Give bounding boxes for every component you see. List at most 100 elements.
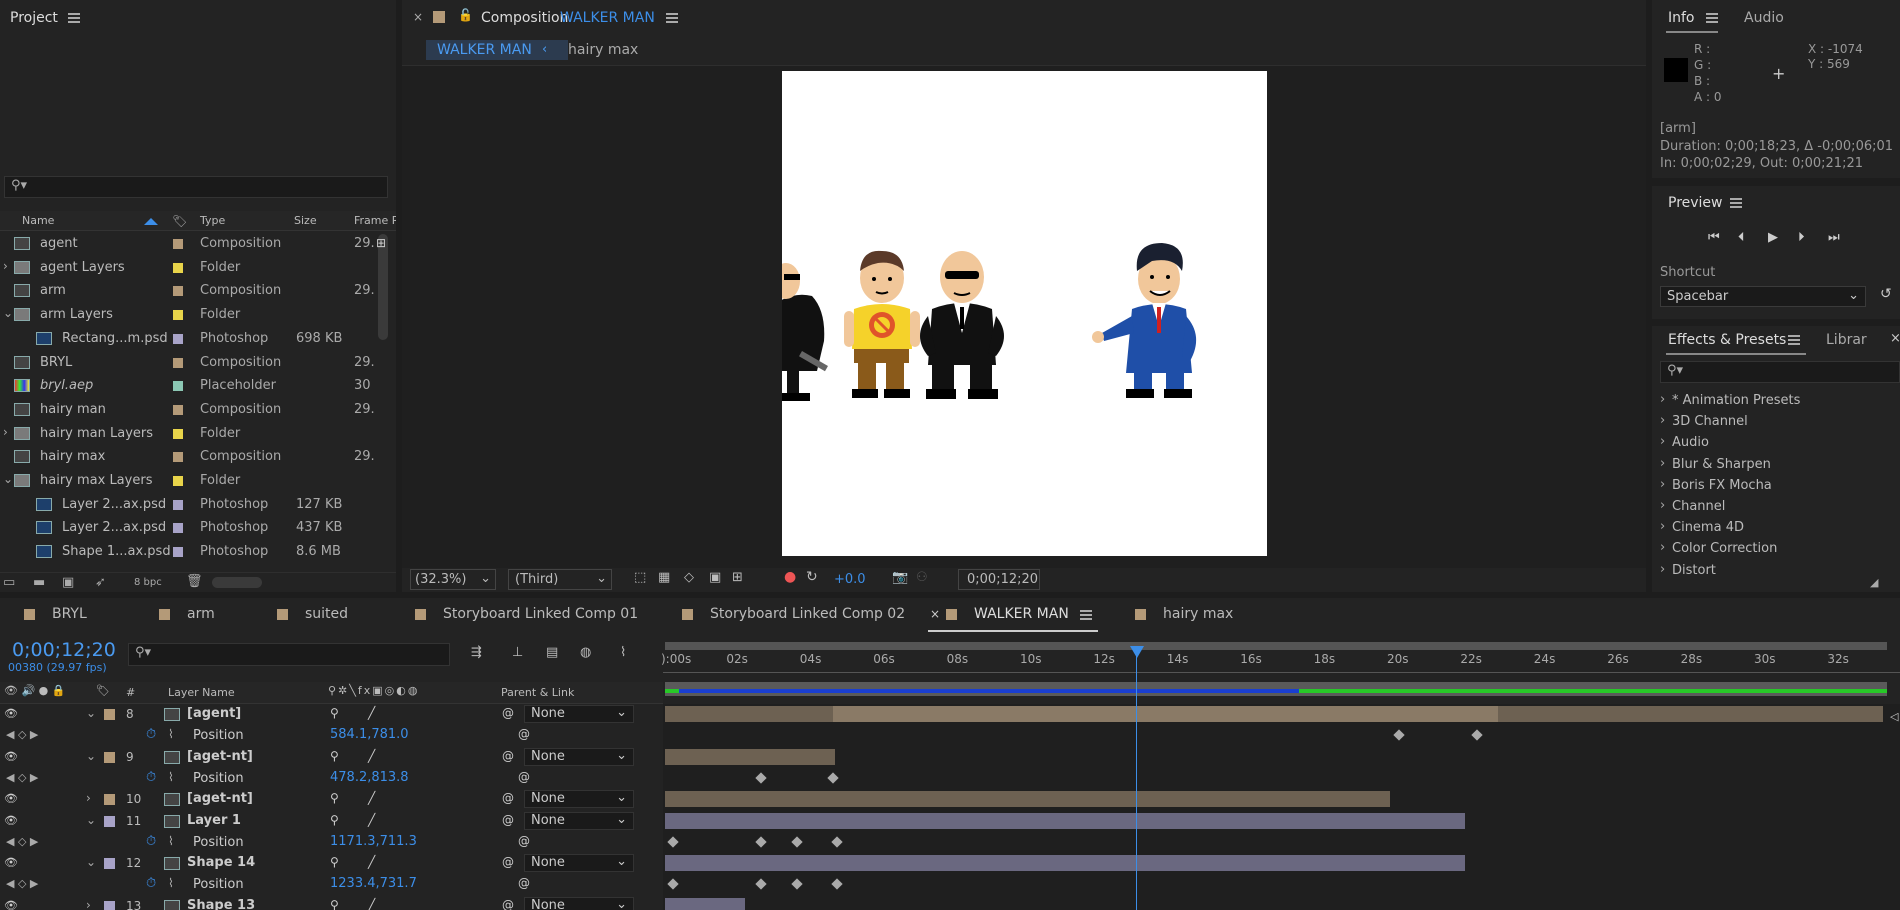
quality-switch-icon[interactable]: ╱ <box>368 813 375 827</box>
collapse-switch-icon[interactable]: ⚲ <box>330 749 339 763</box>
keyframe[interactable] <box>1393 729 1405 741</box>
pickwhip-icon[interactable]: @ <box>502 706 514 720</box>
info-menu-icon[interactable] <box>1706 13 1718 23</box>
render-icon[interactable]: ➶ <box>95 575 106 590</box>
project-item[interactable]: ⌄ arm Layers Folder <box>0 303 376 326</box>
graph-editor-icon[interactable]: ⌇ <box>620 645 626 660</box>
effect-category[interactable]: › Color Correction <box>1652 538 1900 559</box>
effects-menu-icon[interactable] <box>1788 335 1800 345</box>
expression-icon[interactable]: @ <box>518 770 530 784</box>
layer-row[interactable]: 👁 ⌄ 11 Layer 1 ⚲ ╱ @ None ⌄ <box>0 811 663 832</box>
resize-corner-icon[interactable]: ◢ <box>1870 576 1878 589</box>
label-swatch[interactable] <box>173 310 183 321</box>
next-frame-icon[interactable]: ⏵ <box>1798 230 1805 245</box>
previous-frame-icon[interactable]: ⏴ <box>1738 230 1745 245</box>
layer-label-swatch[interactable] <box>104 709 115 720</box>
preview-menu-icon[interactable] <box>1730 198 1742 208</box>
project-item[interactable]: bryl.aep Placeholder 30 <box>0 374 376 397</box>
effect-category[interactable]: › Channel <box>1652 496 1900 517</box>
layer-label-swatch[interactable] <box>104 900 115 910</box>
col-frame[interactable]: Frame R <box>354 214 396 227</box>
quality-switch-icon[interactable]: ╱ <box>368 749 375 763</box>
property-row[interactable]: ◀ ◇ ▶ ⏱ ⌇ Position 1233.4,731.7 @ <box>0 874 663 895</box>
close-icon[interactable]: × <box>413 10 423 24</box>
label-swatch[interactable] <box>173 357 183 368</box>
project-search-input[interactable]: ⚲▾ <box>4 176 388 198</box>
collapse-switch-icon[interactable]: ⚲ <box>330 898 339 910</box>
work-area-bar[interactable] <box>665 642 1887 650</box>
twirl-arrow-icon[interactable]: › <box>86 791 91 805</box>
project-item[interactable]: › hairy man Layers Folder <box>0 422 376 445</box>
comp-viewer-canvas[interactable] <box>782 71 1267 556</box>
bpc-label[interactable]: 8 bpc <box>134 577 162 588</box>
expand-arrow-icon[interactable]: › <box>3 425 8 439</box>
stopwatch-icon[interactable]: ⏱ <box>146 834 156 849</box>
grid-icon[interactable]: ⊞ <box>732 570 743 585</box>
effect-category[interactable]: › Blur & Sharpen <box>1652 454 1900 475</box>
layer-row[interactable]: 👁 › 10 [aget-nt] ⚲ ╱ @ None ⌄ <box>0 789 663 810</box>
property-row[interactable]: ◀ ◇ ▶ ⏱ ⌇ Position 478.2,813.8 @ <box>0 768 663 789</box>
label-swatch[interactable] <box>173 499 183 510</box>
stopwatch-icon[interactable]: ⏱ <box>146 770 156 785</box>
keyframe[interactable] <box>831 878 843 891</box>
last-frame-icon[interactable]: ⏭ <box>1828 230 1840 245</box>
graph-icon[interactable]: ⌇ <box>168 770 174 784</box>
reset-exposure-icon[interactable]: ↻ <box>806 569 818 585</box>
keyframe[interactable] <box>827 772 839 784</box>
pickwhip-icon[interactable]: @ <box>502 855 514 869</box>
timeline-expand-icon[interactable]: ◁ <box>1890 710 1898 723</box>
keyframe[interactable] <box>667 836 679 848</box>
playhead-handle[interactable] <box>1130 646 1144 658</box>
label-swatch[interactable] <box>173 547 183 558</box>
label-swatch[interactable] <box>173 452 183 463</box>
parent-dropdown[interactable]: None ⌄ <box>524 747 634 766</box>
quality-switch-icon[interactable]: ╱ <box>368 791 375 805</box>
keyframe[interactable] <box>831 836 843 848</box>
eye-icon[interactable]: 👁 <box>4 856 18 869</box>
label-swatch[interactable] <box>173 476 183 486</box>
layer-duration-bar[interactable] <box>665 897 745 910</box>
snapshot-icon[interactable]: 📷 <box>892 570 908 585</box>
comp-tab-name[interactable]: WALKER MAN <box>560 10 655 26</box>
layer-duration-bar[interactable] <box>665 855 1465 872</box>
col-name[interactable]: Name <box>22 214 54 227</box>
project-item[interactable]: Shape 1...ax.psd Photoshop 8.6 MB <box>0 540 376 563</box>
effect-category[interactable]: › 3D Channel <box>1652 411 1900 432</box>
region-of-interest-icon[interactable]: ⬚ <box>634 570 646 585</box>
trash-icon[interactable]: 🗑 <box>186 574 203 589</box>
playhead[interactable] <box>1136 646 1137 910</box>
first-frame-icon[interactable]: ⏮ <box>1708 230 1720 245</box>
twirl-arrow-icon[interactable]: ⌄ <box>86 855 96 869</box>
twirl-arrow-icon[interactable]: › <box>86 898 91 910</box>
shy-layers-icon[interactable]: ▤ <box>546 645 558 660</box>
layer-name[interactable]: Shape 13 <box>187 898 255 910</box>
property-value[interactable]: 1171.3,711.3 <box>330 834 417 849</box>
layer-name[interactable]: Layer 1 <box>187 813 241 828</box>
eye-icon[interactable]: 👁 <box>4 899 18 910</box>
effects-search-input[interactable]: ⚲▾ <box>1660 361 1900 383</box>
graph-icon[interactable]: ⌇ <box>168 727 174 741</box>
col-layer-name[interactable]: Layer Name <box>168 686 235 699</box>
graph-icon[interactable]: ⌇ <box>168 834 174 848</box>
breadcrumb-hairy-max[interactable]: hairy max <box>568 42 638 58</box>
expand-arrow-icon[interactable]: ⌄ <box>3 472 13 486</box>
project-item[interactable]: ⌄ hairy max Layers Folder <box>0 469 376 492</box>
keyframe[interactable] <box>791 878 803 891</box>
property-value[interactable]: 478.2,813.8 <box>330 770 409 785</box>
col-size[interactable]: Size <box>294 214 317 227</box>
col-type[interactable]: Type <box>200 214 225 227</box>
layer-label-swatch[interactable] <box>104 858 115 870</box>
project-item[interactable]: Rectang...m.psd Photoshop 698 KB <box>0 327 376 350</box>
keyframe[interactable] <box>755 772 767 784</box>
eye-icon[interactable]: 👁 <box>4 792 18 805</box>
project-item[interactable]: BRYL Composition 29. <box>0 351 376 374</box>
new-comp-icon[interactable]: ▣ <box>62 575 74 590</box>
layer-label-swatch[interactable] <box>104 815 115 827</box>
layer-name[interactable]: [aget-nt] <box>187 749 253 764</box>
label-swatch[interactable] <box>173 404 183 415</box>
label-swatch[interactable] <box>173 262 183 273</box>
resolution-dropdown[interactable]: (Third) ⌄ <box>508 569 612 590</box>
timeline-tab-menu-icon[interactable] <box>1080 610 1092 620</box>
mask-visibility-icon[interactable]: ◇ <box>684 570 694 585</box>
shortcut-dropdown[interactable]: Spacebar ⌄ <box>1660 286 1866 307</box>
